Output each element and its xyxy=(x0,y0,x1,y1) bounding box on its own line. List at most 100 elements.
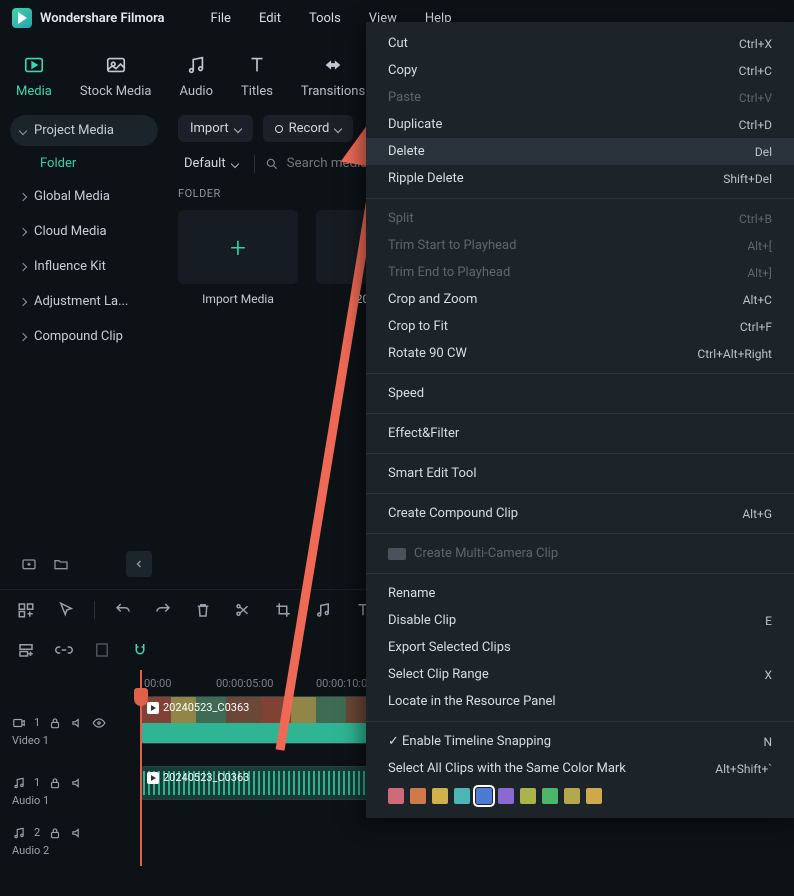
import-thumb: + xyxy=(178,210,298,284)
ctx-duplicate[interactable]: DuplicateCtrl+D xyxy=(366,111,794,138)
ctx-export-selected-clips[interactable]: Export Selected Clips xyxy=(366,634,794,661)
context-menu: CutCtrl+XCopyCtrl+CPasteCtrl+VDuplicateC… xyxy=(366,22,794,818)
color-swatch[interactable] xyxy=(432,788,448,804)
sidebar-item-compound-clip[interactable]: Compound Clip xyxy=(10,321,158,352)
sidebar-item-adjustment-layer[interactable]: Adjustment La... xyxy=(10,286,158,317)
crop-icon[interactable] xyxy=(271,598,295,622)
new-folder-icon[interactable] xyxy=(16,551,42,577)
split-icon[interactable] xyxy=(231,598,255,622)
app-title: Wondershare Filmora xyxy=(40,11,165,26)
marker-icon[interactable] xyxy=(90,638,114,662)
color-swatch[interactable] xyxy=(476,788,492,804)
shortcut-label: Del xyxy=(755,145,772,159)
ctx-disable-clip[interactable]: Disable ClipE xyxy=(366,607,794,634)
multicam-icon xyxy=(388,548,406,560)
tab-media[interactable]: Media xyxy=(12,46,56,109)
ctx-crop-to-fit[interactable]: Crop to FitCtrl+F xyxy=(366,313,794,340)
redo-icon[interactable] xyxy=(151,598,175,622)
tab-titles[interactable]: Titles xyxy=(237,46,277,109)
color-swatch[interactable] xyxy=(388,788,404,804)
ctx-speed[interactable]: Speed xyxy=(366,380,794,407)
ctx-select-clip-range[interactable]: Select Clip RangeX xyxy=(366,661,794,688)
menu-separator xyxy=(366,373,794,374)
app-logo: Wondershare Filmora xyxy=(12,8,165,28)
ctx-select-all-clips-with-the-same-color-mark[interactable]: Select All Clips with the Same Color Mar… xyxy=(366,755,794,782)
tab-stock-media[interactable]: Stock Media xyxy=(76,46,156,109)
sort-dropdown[interactable]: Default xyxy=(178,152,244,175)
ruler-tick: 00:00:10:00 xyxy=(316,677,373,690)
speed-icon[interactable] xyxy=(311,598,335,622)
plus-icon: + xyxy=(230,231,246,264)
eye-icon[interactable] xyxy=(92,716,106,730)
ruler-tick: 00:00:05:00 xyxy=(216,677,273,690)
sidebar-item-global-media[interactable]: Global Media xyxy=(10,181,158,212)
lock-icon[interactable] xyxy=(48,716,62,730)
mute-icon[interactable] xyxy=(70,776,84,790)
collapse-sidebar-icon[interactable] xyxy=(126,551,152,577)
color-swatch[interactable] xyxy=(410,788,426,804)
sidebar-item-influence-kit[interactable]: Influence Kit xyxy=(10,251,158,282)
ctx-locate-in-the-resource-panel[interactable]: Locate in the Resource Panel xyxy=(366,688,794,715)
track-header-audio2[interactable]: 2 Audio 2 xyxy=(0,816,140,866)
track-header-audio1[interactable]: 1 Audio 1 xyxy=(0,766,140,816)
stock-media-icon xyxy=(103,52,129,78)
ctx-enable-timeline-snapping[interactable]: ✓Enable Timeline SnappingN xyxy=(366,728,794,755)
color-swatch[interactable] xyxy=(564,788,580,804)
shortcut-label: Alt+C xyxy=(743,293,772,307)
media-icon xyxy=(21,52,47,78)
video-icon xyxy=(12,716,26,730)
ctx-rotate-90-cw[interactable]: Rotate 90 CWCtrl+Alt+Right xyxy=(366,340,794,367)
undo-icon[interactable] xyxy=(111,598,135,622)
sidebar-sub-folder[interactable]: Folder xyxy=(10,150,158,177)
ctx-split: SplitCtrl+B xyxy=(366,205,794,232)
ctx-smart-edit-tool[interactable]: Smart Edit Tool xyxy=(366,460,794,487)
shortcut-label: X xyxy=(764,668,772,682)
ctx-crop-and-zoom[interactable]: Crop and ZoomAlt+C xyxy=(366,286,794,313)
menu-file[interactable]: File xyxy=(211,11,231,26)
import-dropdown[interactable]: Import xyxy=(178,115,253,142)
mute-icon[interactable] xyxy=(70,716,84,730)
audio-track-row-2[interactable] xyxy=(140,816,794,866)
audio-track-icon xyxy=(12,826,26,840)
pointer-icon[interactable] xyxy=(54,598,78,622)
lock-icon[interactable] xyxy=(48,826,62,840)
ctx-rename[interactable]: Rename xyxy=(366,580,794,607)
mute-icon[interactable] xyxy=(70,826,84,840)
shortcut-label: Ctrl+V xyxy=(739,91,772,105)
color-swatch[interactable] xyxy=(454,788,470,804)
lock-icon[interactable] xyxy=(48,776,62,790)
ctx-effect-filter[interactable]: Effect&Filter xyxy=(366,420,794,447)
ctx-ripple-delete[interactable]: Ripple DeleteShift+Del xyxy=(366,165,794,192)
track-header-video1[interactable]: 1 Video 1 xyxy=(0,696,140,766)
color-swatch[interactable] xyxy=(520,788,536,804)
color-swatch[interactable] xyxy=(498,788,514,804)
tab-transitions[interactable]: Transitions xyxy=(297,46,369,109)
ctx-create-compound-clip[interactable]: Create Compound ClipAlt+G xyxy=(366,500,794,527)
color-mark-row xyxy=(366,782,794,810)
ctx-create-multi-camera-clip: Create Multi-Camera Clip xyxy=(366,540,794,567)
ctx-delete[interactable]: DeleteDel xyxy=(366,138,794,165)
delete-icon[interactable] xyxy=(191,598,215,622)
record-dropdown[interactable]: Record xyxy=(263,115,354,142)
transitions-icon xyxy=(320,52,346,78)
track-add-icon[interactable] xyxy=(14,638,38,662)
media-caption: Import Media xyxy=(202,292,274,306)
menu-tools[interactable]: Tools xyxy=(309,11,341,26)
ctx-copy[interactable]: CopyCtrl+C xyxy=(366,57,794,84)
ctx-cut[interactable]: CutCtrl+X xyxy=(366,30,794,57)
color-swatch[interactable] xyxy=(586,788,602,804)
shortcut-label: Alt+Shift+` xyxy=(715,762,772,776)
menu-edit[interactable]: Edit xyxy=(259,11,281,26)
sidebar-item-cloud-media[interactable]: Cloud Media xyxy=(10,216,158,247)
magnet-icon[interactable] xyxy=(128,638,152,662)
tab-audio[interactable]: Audio xyxy=(176,46,217,109)
sidebar-item-project-media[interactable]: Project Media xyxy=(10,115,158,146)
menu-separator xyxy=(366,453,794,454)
add-track-icon[interactable] xyxy=(14,598,38,622)
import-media-card[interactable]: + Import Media xyxy=(178,210,298,306)
ruler-tick: 00:00 xyxy=(144,677,171,690)
folder-icon[interactable] xyxy=(48,551,74,577)
link-icon[interactable] xyxy=(52,638,76,662)
color-swatch[interactable] xyxy=(542,788,558,804)
playhead[interactable] xyxy=(140,670,142,866)
